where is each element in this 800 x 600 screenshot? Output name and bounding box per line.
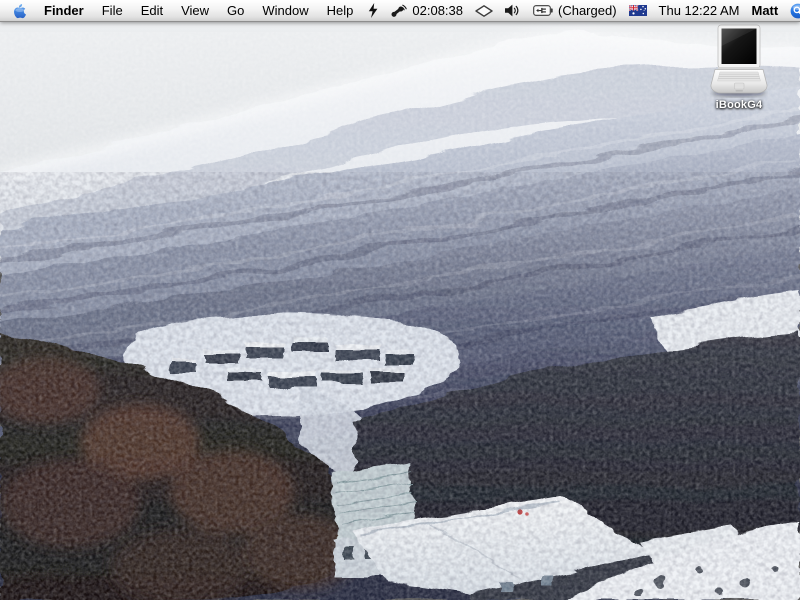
menu-bar-status-area: 02:08:38 (Charged) Thu 12:22 AM Matt — [362, 0, 800, 21]
menu-item-file[interactable]: File — [93, 0, 132, 21]
menu-item-help[interactable]: Help — [318, 0, 363, 21]
battery-plugged-icon — [533, 5, 553, 16]
battery-status-label: (Charged) — [558, 3, 617, 18]
user-switch-menu[interactable]: Matt — [745, 0, 784, 21]
ibook-laptop-icon — [710, 24, 768, 97]
airport-menu-extra[interactable] — [469, 4, 499, 17]
input-menu-flag[interactable] — [623, 5, 653, 16]
menu-item-view[interactable]: View — [172, 0, 218, 21]
australian-flag-icon — [628, 5, 647, 16]
desktop-icon-ibookg4[interactable]: iBookG4 — [703, 24, 775, 111]
desktop-icon-label: iBookG4 — [715, 99, 763, 111]
mac-desktop-screen: iBookG4 Finder File Edit View Go Window … — [0, 0, 800, 600]
clock-menu[interactable]: Thu 12:22 AM — [653, 0, 746, 21]
lightning-bolt-icon — [369, 3, 378, 18]
volume-menu-extra[interactable] — [499, 4, 527, 17]
phone-receiver-icon — [391, 4, 408, 17]
battery-menu-extra[interactable]: (Charged) — [527, 0, 623, 21]
menu-bar-left: Finder File Edit View Go Window Help — [0, 0, 362, 21]
sync-menu-extra[interactable] — [362, 3, 384, 18]
menu-item-finder[interactable]: Finder — [35, 0, 93, 21]
apple-icon — [14, 3, 26, 18]
desktop: iBookG4 — [0, 22, 800, 600]
menu-item-go[interactable]: Go — [218, 0, 253, 21]
speaker-volume-icon — [505, 4, 519, 17]
menu-bar: Finder File Edit View Go Window Help 02:… — [0, 0, 800, 22]
menu-item-window[interactable]: Window — [253, 0, 317, 21]
apple-menu[interactable] — [5, 3, 35, 19]
spotlight-menu[interactable] — [784, 3, 800, 19]
menu-item-edit[interactable]: Edit — [132, 0, 172, 21]
wallpaper-image — [0, 22, 800, 600]
airport-diamond-icon — [475, 4, 493, 17]
spotlight-magnifier-icon — [790, 3, 800, 18]
modem-connection-timer: 02:08:38 — [412, 3, 463, 18]
modem-menu-extra[interactable]: 02:08:38 — [384, 0, 469, 21]
